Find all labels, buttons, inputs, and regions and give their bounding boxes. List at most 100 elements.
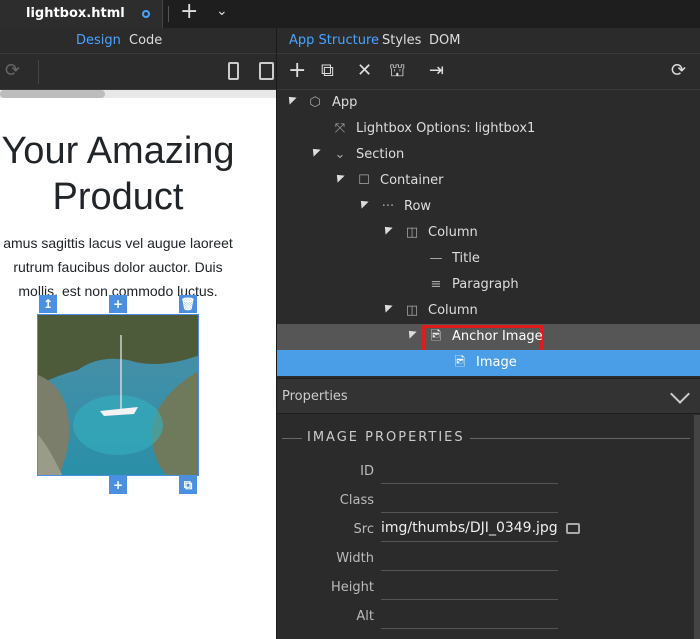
tree-node-paragraph[interactable]: ≡ Paragraph — [277, 272, 700, 298]
prop-row-src: Src img/thumbs/DJI_0349.jpg — [277, 516, 691, 544]
phone-preview-icon[interactable] — [228, 62, 239, 80]
src-input[interactable]: img/thumbs/DJI_0349.jpg — [381, 516, 558, 542]
properties-header-label: Properties — [282, 389, 348, 404]
panel-tabs: App Structure Styles DOM — [277, 28, 700, 54]
select-parent-icon[interactable]: ↥ — [39, 295, 57, 313]
tab-design[interactable]: Design — [76, 33, 121, 48]
add-before-plus-icon[interactable]: + — [109, 295, 127, 313]
image-file-icon: 🖻 — [454, 355, 466, 370]
divider-line — [470, 438, 690, 439]
chevrons-down-icon: ⌄ — [334, 147, 346, 162]
image-properties-section: IMAGE PROPERTIES — [277, 428, 691, 448]
prop-row-height: Height — [277, 574, 691, 602]
hero-title-line1: Your Amazing — [1, 130, 235, 172]
refresh-icon[interactable]: ⟳ — [5, 60, 20, 81]
prop-label: Src — [353, 522, 374, 537]
title-line-icon: — — [429, 251, 443, 266]
tab-styles[interactable]: Styles — [382, 33, 421, 48]
tree-node-label: Paragraph — [452, 277, 519, 292]
app-structure-tree: ⬡ App ⤧ Lightbox Options: lightbox1 ⌄ Se… — [277, 90, 700, 378]
height-input[interactable] — [381, 574, 558, 600]
tree-node-label: Title — [452, 251, 480, 266]
duplicate-icon[interactable]: ⧉ — [179, 476, 197, 494]
tab-list-chevron-icon[interactable]: ⌄ — [216, 3, 228, 19]
tree-node-label: Section — [356, 147, 405, 162]
expand-triangle-icon[interactable] — [405, 327, 417, 339]
tree-node-section[interactable]: ⌄ Section — [277, 142, 700, 168]
tab-dom[interactable]: DOM — [429, 33, 460, 48]
expand-triangle-icon[interactable] — [285, 93, 297, 105]
view-mode-tabs: Design Code — [0, 28, 276, 54]
document-tab-title: lightbox.html — [26, 6, 125, 21]
divider-line — [282, 438, 302, 439]
add-plus-icon[interactable]: + — [288, 60, 306, 82]
prop-row-width: Width — [277, 545, 691, 573]
tree-node-label: Column — [428, 225, 478, 240]
tree-node-label: Anchor Image — [452, 329, 543, 344]
refresh-icon[interactable]: ⟳ — [671, 60, 686, 82]
section-title: IMAGE PROPERTIES — [307, 430, 465, 445]
document-tab[interactable]: lightbox.html — [0, 0, 163, 28]
image-file-icon: 🖻 — [430, 329, 442, 344]
hero-paragraph: amus sagittis lacus vel augue laoreet ru… — [0, 231, 266, 303]
alt-input[interactable] — [381, 603, 558, 629]
width-input[interactable] — [381, 545, 558, 571]
tree-node-column-2[interactable]: ◫ Column — [277, 298, 700, 324]
tree-node-container[interactable]: ☐ Container — [277, 168, 700, 194]
new-tab-plus-icon[interactable]: + — [180, 1, 198, 23]
tab-code[interactable]: Code — [129, 33, 162, 48]
properties-header[interactable]: Properties — [277, 378, 700, 414]
prop-row-alt: Alt — [277, 603, 691, 631]
add-after-plus-icon[interactable]: + — [109, 476, 127, 494]
tree-node-label: Lightbox Options: lightbox1 — [356, 121, 536, 136]
tree-node-anchor-image[interactable]: 🖻 Anchor Image — [277, 324, 700, 353]
tree-node-row[interactable]: ··· Row — [277, 194, 700, 220]
tree-node-app[interactable]: ⬡ App — [277, 90, 700, 116]
hero-text-line1: amus sagittis lacus vel augue laoreet — [3, 235, 233, 251]
class-input[interactable] — [381, 487, 558, 513]
tree-node-label: Container — [380, 173, 444, 188]
prop-label: Class — [339, 493, 374, 508]
unsaved-dot-icon[interactable] — [142, 10, 150, 18]
hero-text-line2: rutrum faucibus dolor auctor. Duis — [13, 259, 223, 275]
delete-trash-icon[interactable]: 🗑 — [179, 295, 197, 313]
tree-node-lightbox-options[interactable]: ⤧ Lightbox Options: lightbox1 — [277, 116, 700, 142]
chevron-down-icon[interactable] — [670, 384, 690, 404]
hero-title-line2: Product — [52, 176, 184, 218]
tree-node-title[interactable]: — Title — [277, 246, 700, 272]
folder-icon[interactable] — [566, 523, 580, 534]
column-icon: ◫ — [405, 225, 419, 240]
cube-icon: ⬡ — [309, 95, 321, 110]
copy-icon[interactable]: ⧉ — [321, 60, 334, 82]
close-icon[interactable]: ✕ — [357, 60, 372, 82]
document-tab-bar: lightbox.html + ⌄ — [0, 0, 700, 28]
id-input[interactable] — [381, 458, 558, 484]
paragraph-lines-icon: ≡ — [430, 277, 442, 292]
tree-node-label: Column — [428, 303, 478, 318]
tree-node-image[interactable]: 🖻 Image — [277, 350, 700, 376]
tablet-preview-icon[interactable] — [259, 62, 274, 80]
expand-triangle-icon[interactable] — [333, 171, 345, 183]
tab-divider — [168, 6, 169, 22]
component-icon[interactable]: ⛫ — [389, 60, 406, 82]
extract-icon[interactable]: ⇥ — [429, 60, 444, 82]
expand-triangle-icon[interactable] — [381, 301, 393, 313]
prop-row-id: ID — [277, 458, 691, 486]
design-toolbar: ⟳ — [0, 54, 276, 90]
expand-triangle-icon[interactable] — [357, 197, 369, 209]
expand-icon: ⤧ — [334, 121, 346, 136]
prop-label: Alt — [356, 609, 374, 624]
expand-triangle-icon[interactable] — [309, 145, 321, 157]
structure-toolbar: + ⧉ ✕ ⛫ ⇥ ⟳ — [277, 54, 700, 90]
column-icon: ◫ — [405, 303, 419, 318]
expand-triangle-icon[interactable] — [381, 223, 393, 235]
horizontal-scroll-thumb[interactable] — [0, 90, 105, 98]
tree-node-label: Row — [404, 199, 432, 214]
app-structure-panel: App Structure Styles DOM + ⧉ ✕ ⛫ ⇥ ⟳ ⬡ A… — [276, 28, 700, 639]
tree-node-label: Image — [476, 355, 517, 370]
dots-icon: ··· — [381, 199, 395, 214]
selected-image[interactable] — [37, 314, 199, 476]
properties-scrollbar[interactable] — [694, 415, 700, 639]
tree-node-column[interactable]: ◫ Column — [277, 220, 700, 246]
tab-app-structure[interactable]: App Structure — [289, 33, 379, 48]
